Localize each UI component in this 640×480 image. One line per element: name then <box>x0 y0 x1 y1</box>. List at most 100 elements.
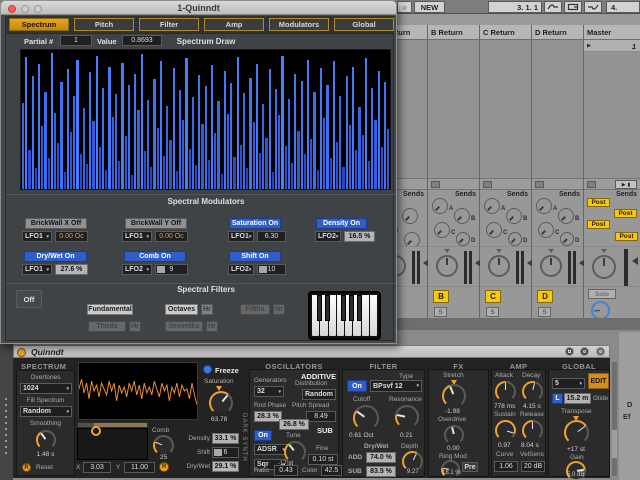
clip-slots-d[interactable] <box>532 40 583 178</box>
stop-row-master[interactable]: ▶▮ <box>584 178 640 190</box>
brickwall-x-value[interactable]: 0.00 Oc <box>55 231 88 242</box>
depth-value[interactable]: 9.27 <box>407 469 419 475</box>
glide-time-field[interactable]: 15.2 m <box>564 393 591 404</box>
solo-button[interactable]: S <box>486 307 499 317</box>
x-field[interactable]: 3.03 <box>83 462 111 473</box>
filters-off-button[interactable]: Off <box>16 290 42 308</box>
device-view-grip[interactable] <box>0 330 13 480</box>
density-field[interactable]: 33.1 % <box>212 433 239 444</box>
fundamental-button[interactable]: Fundamental <box>87 304 133 315</box>
device-power-icon[interactable] <box>17 348 26 357</box>
preset-dropdown[interactable]: 5▾ <box>552 378 585 389</box>
save-preset-icon[interactable] <box>596 347 605 356</box>
gain-value[interactable]: 5.0 dB <box>567 472 584 478</box>
spectrum-reset-icon[interactable]: R <box>22 463 31 472</box>
edit-button[interactable]: EDIT <box>588 373 609 389</box>
fill-spectrum-dropdown[interactable]: Random▾ <box>20 406 72 417</box>
stop-all-clips-button[interactable]: ▶▮ <box>615 180 637 189</box>
cutoff-knob[interactable] <box>353 405 379 431</box>
decay-knob[interactable] <box>522 381 543 402</box>
osc-mix-slider[interactable]: 26.8 % <box>279 419 309 430</box>
release-value[interactable]: 8.04 s <box>521 442 539 449</box>
brickwall-y-lfo-dropdown[interactable]: LFO1▾ <box>122 231 152 242</box>
tune-knob[interactable] <box>284 441 306 463</box>
osc-on-button[interactable]: On <box>254 430 272 441</box>
drywet-value[interactable]: 27.6 % <box>55 264 88 275</box>
post-toggle-d[interactable]: Post <box>615 232 638 241</box>
tune-value[interactable]: -17 st <box>278 461 293 467</box>
plugin-titlebar[interactable]: 1-Quinndt <box>1 1 396 15</box>
clip-slots-b[interactable] <box>428 40 479 178</box>
volume-fader-handle[interactable] <box>632 257 638 265</box>
punch-out-button[interactable] <box>584 1 602 13</box>
sustain-value[interactable]: 0.97 <box>498 442 511 449</box>
thirds-button[interactable]: Thirds <box>88 321 126 332</box>
xy-reset-icon[interactable]: R <box>159 462 169 472</box>
freeze-icon[interactable] <box>203 365 212 374</box>
attack-value[interactable]: 778 ms <box>494 403 515 410</box>
brickwall-x-button[interactable]: BrickWall X Off <box>25 218 87 229</box>
device-spectrum-display[interactable] <box>78 362 198 420</box>
clip-stop-button[interactable] <box>431 181 440 188</box>
comb-on-button[interactable]: Comb On <box>124 251 186 262</box>
octaves-button[interactable]: Octaves <box>165 304 198 315</box>
pan-knob[interactable] <box>488 255 510 277</box>
shift-field[interactable]: 6 <box>212 447 239 458</box>
device-scrollbar[interactable] <box>612 362 617 476</box>
saturation-knob[interactable] <box>209 391 233 415</box>
saturation-lfo-dropdown[interactable]: LFO1▾ <box>228 231 254 242</box>
generators-dropdown[interactable]: 32▾ <box>254 386 284 397</box>
pitch-spread-field[interactable]: 8.49 <box>306 411 336 422</box>
scene-slots[interactable]: ▶ 1 <box>584 40 640 178</box>
pan-knob[interactable] <box>436 255 458 277</box>
density-lfo-dropdown[interactable]: LFO2▾ <box>315 231 341 242</box>
xy-pad-handle[interactable] <box>91 426 101 436</box>
stop-all-square[interactable] <box>587 181 596 188</box>
send-knob-a[interactable] <box>432 198 448 214</box>
overdrive-knob[interactable] <box>444 425 464 445</box>
sevenths-button[interactable]: Sevenths <box>165 321 203 332</box>
stop-row-c[interactable] <box>480 178 531 190</box>
fine-field[interactable]: 0.10 st <box>308 454 338 465</box>
scene-slot-1[interactable]: ▶ 1 <box>584 40 640 52</box>
filter-sub-field[interactable]: 83.5 % <box>366 466 396 477</box>
xy-pad[interactable] <box>77 428 148 460</box>
drywet-field[interactable]: 29.1 % <box>212 461 239 472</box>
spectrum-draw-canvas[interactable] <box>20 49 391 190</box>
arrangement-position-display[interactable]: 3. 1. 1 <box>488 1 542 13</box>
send-knob-b[interactable] <box>506 208 522 224</box>
resonance-value[interactable]: 0.21 <box>400 432 413 439</box>
black-key[interactable] <box>325 295 330 321</box>
track-header-d-return[interactable]: D Return <box>532 25 583 40</box>
freeze-label[interactable]: Freeze <box>215 366 239 375</box>
new-button[interactable]: NEW <box>414 1 445 13</box>
black-key[interactable] <box>341 295 346 321</box>
send-knob[interactable] <box>402 208 418 224</box>
ringmod-value[interactable]: 18.1 % <box>442 470 461 476</box>
shift-on-button[interactable]: Shift On <box>229 251 281 262</box>
fifths-button[interactable]: Fifths <box>240 304 270 315</box>
send-knob-d[interactable] <box>560 232 574 246</box>
rnd-phase-field[interactable]: 28.3 % <box>254 411 282 422</box>
release-knob[interactable] <box>522 420 543 441</box>
ringmod-pre-button[interactable]: Pre <box>462 462 478 472</box>
clip-slots-c[interactable] <box>480 40 531 178</box>
loop-length-display[interactable]: 4. <box>606 1 640 13</box>
stop-row-d[interactable] <box>532 178 583 190</box>
solo-button[interactable]: S <box>538 307 551 317</box>
saturation-value[interactable]: 6.30 <box>257 231 286 242</box>
track-header-c-return[interactable]: C Return <box>480 25 531 40</box>
color-field[interactable]: 42.5 <box>321 465 342 476</box>
resonance-knob[interactable] <box>395 405 419 429</box>
decay-value[interactable]: 4.15 s <box>523 403 541 410</box>
tab-amp[interactable]: Amp <box>204 18 264 31</box>
drywet-on-button[interactable]: Dry/Wet On <box>24 251 87 262</box>
density-value[interactable]: 16.5 % <box>344 231 375 242</box>
smoothing-knob[interactable] <box>36 430 56 450</box>
shift-value[interactable]: 10 <box>257 264 286 275</box>
send-knob-d[interactable] <box>508 232 522 246</box>
punch-in-button[interactable] <box>544 1 562 13</box>
stop-row-b[interactable] <box>428 178 479 190</box>
comb-value[interactable]: 9 <box>155 264 188 275</box>
session-record-button[interactable]: ○ <box>397 1 412 13</box>
